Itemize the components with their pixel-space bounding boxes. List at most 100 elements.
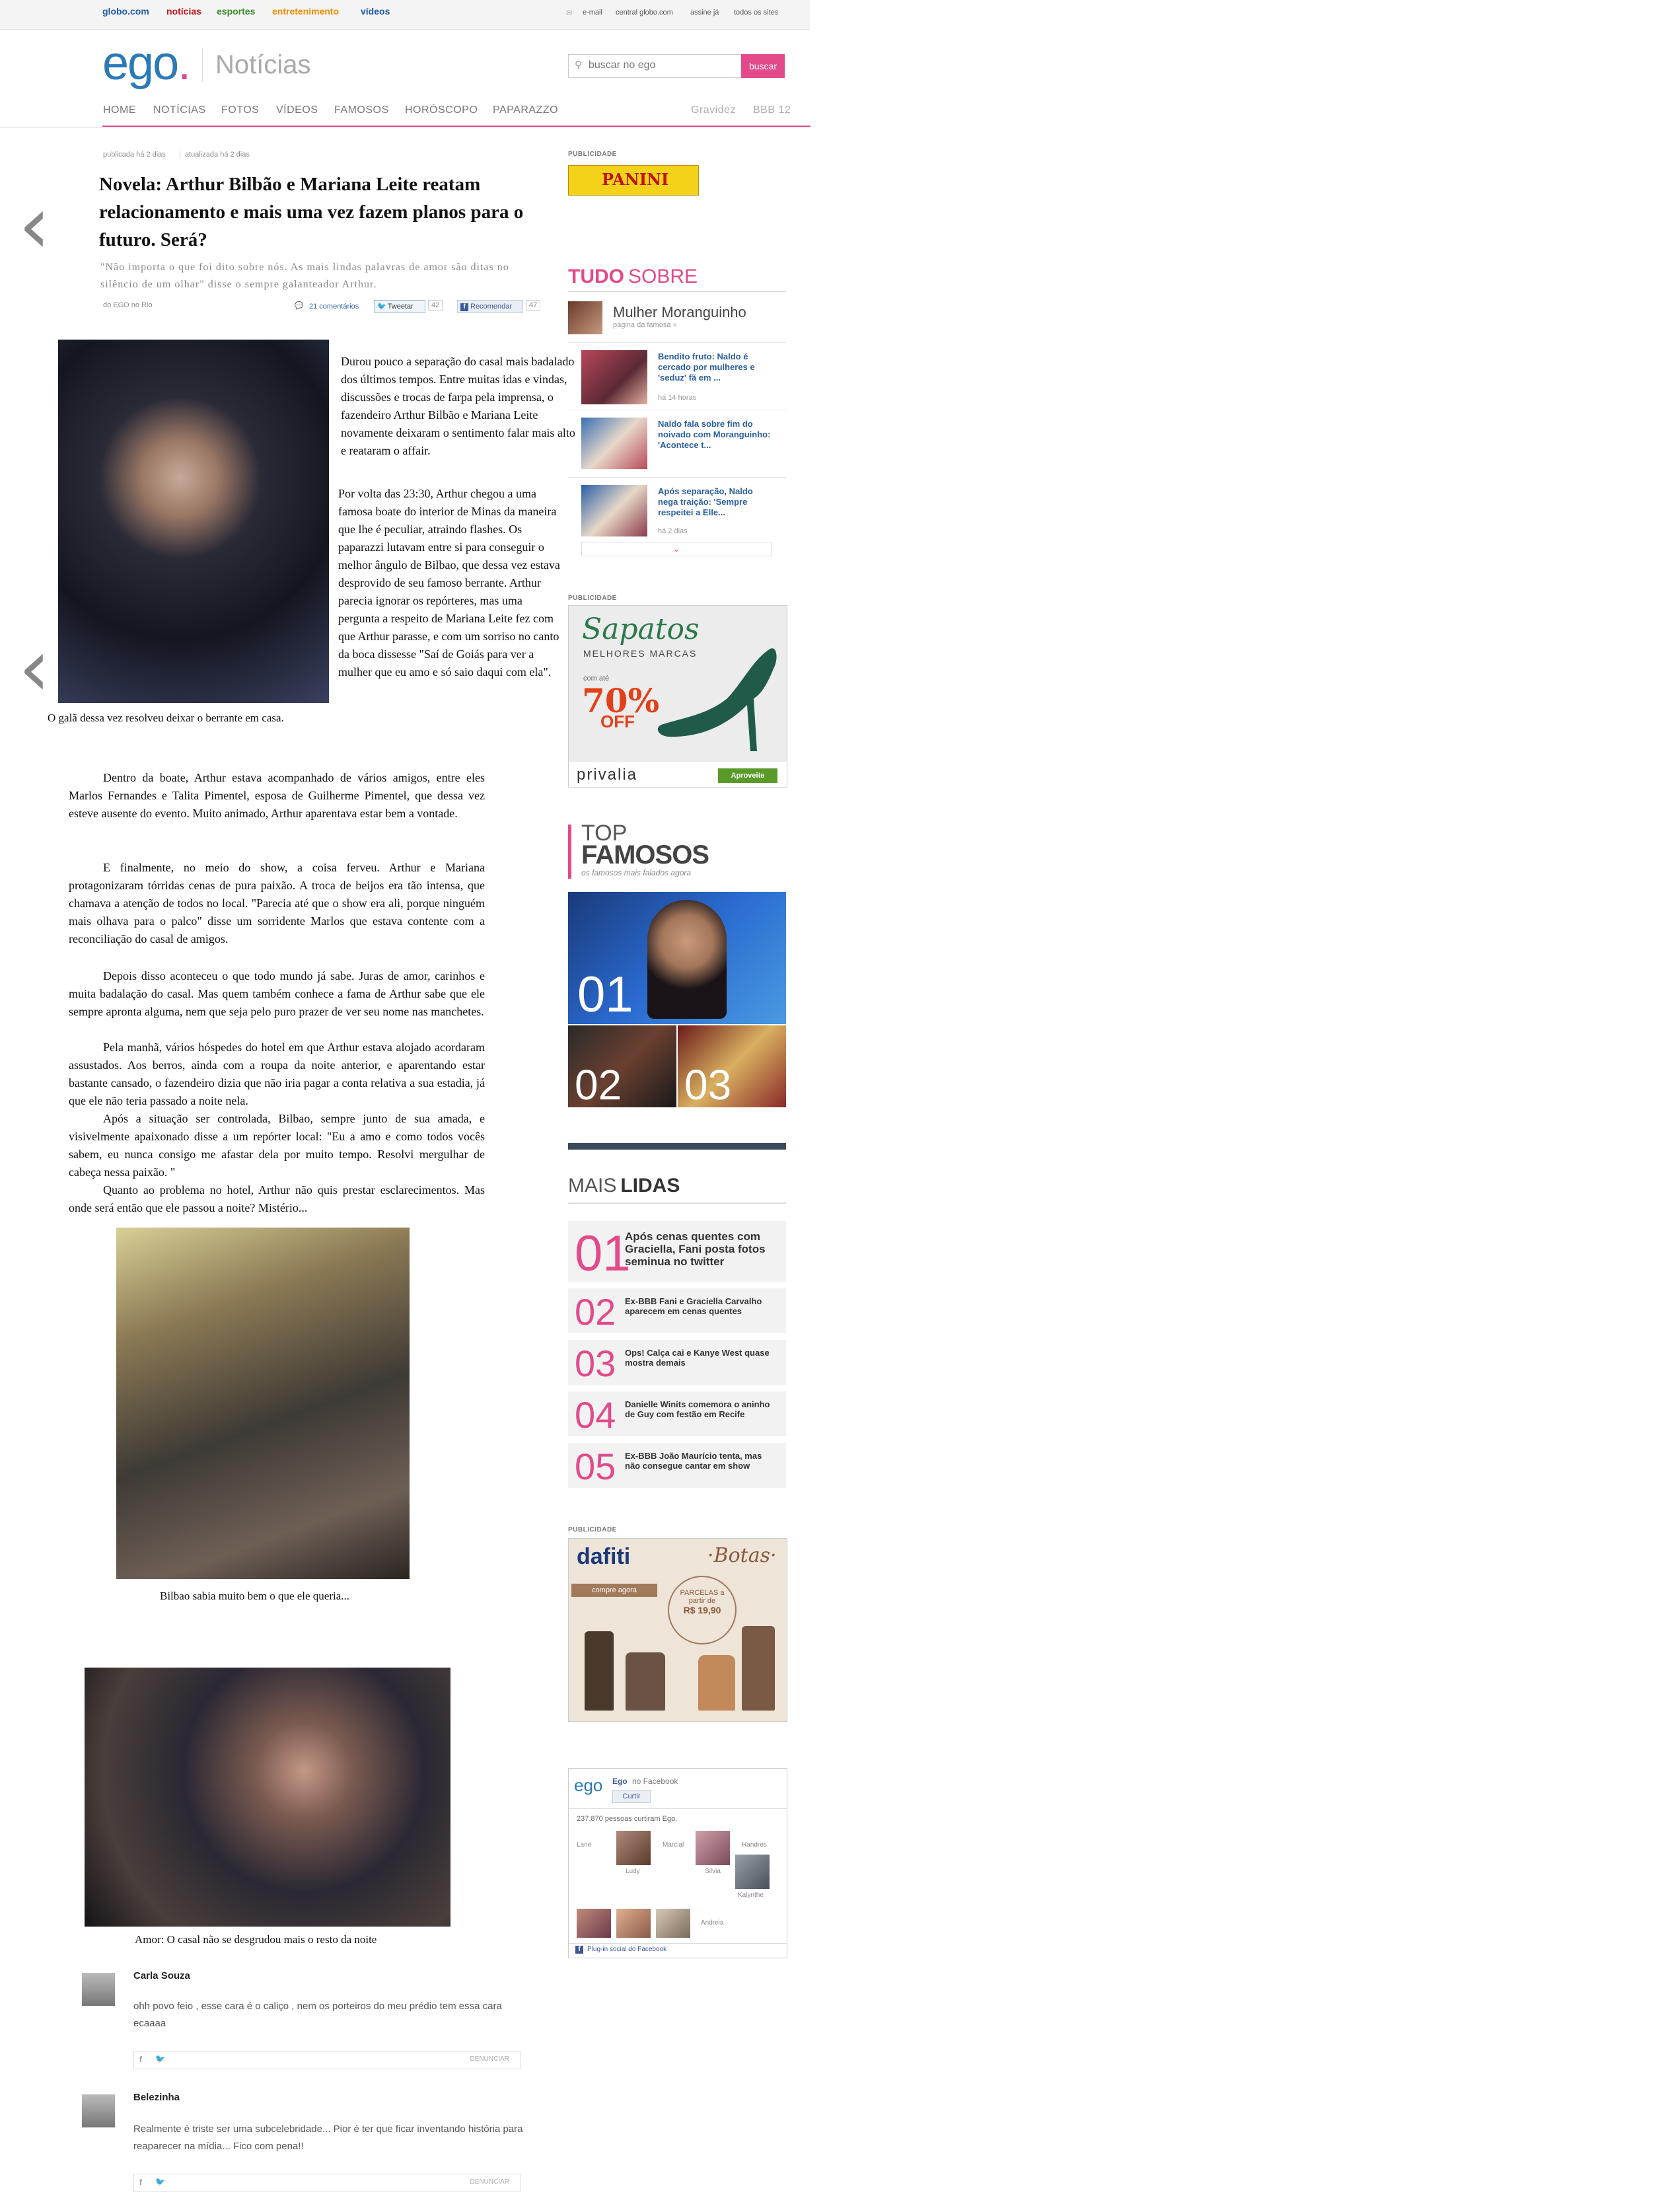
top-famoso-3[interactable]: 03 [678, 1025, 786, 1107]
news-item-title[interactable]: Naldo fala sobre fim do noivado com Mora… [658, 419, 774, 451]
topbar-todos-sites[interactable]: todos os sites [734, 9, 778, 17]
header-rule [0, 127, 810, 128]
fb-page-name[interactable]: Ego [612, 1777, 628, 1786]
top-accent-bar [568, 825, 571, 879]
mais-lidas-text[interactable]: Ops! Calça cai e Kanye West quase mostra… [625, 1348, 777, 1368]
mais-lidas-text[interactable]: Após cenas quentes com Graciella, Fani p… [625, 1230, 777, 1268]
fb-friend-name: Lane [577, 1841, 592, 1849]
divider [569, 1943, 787, 1944]
topbar-link-noticias[interactable]: notícias [166, 6, 201, 17]
nav-home[interactable]: HOME [103, 104, 136, 116]
article-subtitle: "Não importa o que foi dito sobre nós. A… [100, 262, 509, 290]
nav-bbb12[interactable]: BBB 12 [753, 104, 791, 116]
topbar-assine[interactable]: assine já [690, 9, 719, 17]
report-link[interactable]: DENUNCIAR [470, 2055, 509, 2063]
news-thumb[interactable] [581, 418, 647, 469]
celebrity-name[interactable]: Mulher Moranguinho [613, 304, 746, 321]
fb-plugin-link[interactable]: Plug-in social do Facebook [587, 1946, 666, 1953]
rank-3: 03 [684, 1061, 732, 1109]
fb-friend-name: Marcial [663, 1841, 684, 1849]
report-link[interactable]: DENUNCIAR [470, 2178, 509, 2186]
chevron-down-icon[interactable]: ⌄ [581, 542, 772, 556]
fb-friend-photo[interactable] [735, 1855, 770, 1889]
sapatos-ad[interactable]: Sapatos MELHORES MARCAS com até 70% OFF … [568, 605, 787, 788]
prev-arrow-icon[interactable]: ‹ [18, 186, 50, 266]
facebook-share-icon[interactable]: f [139, 2055, 142, 2064]
top-subtitle: os famosos mais falados agora [581, 868, 692, 877]
comment-action-bar: f 🐦 DENUNCIAR [133, 2174, 521, 2192]
mais-lidas-text[interactable]: Ex-BBB Fani e Graciella Carvalho aparece… [625, 1296, 777, 1316]
fb-like-button[interactable]: Curtir [612, 1790, 651, 1803]
news-thumb[interactable] [581, 350, 647, 404]
avatar [82, 1973, 115, 2006]
twitter-share-icon[interactable]: 🐦 [155, 2054, 165, 2063]
news-thumb[interactable] [581, 485, 647, 536]
news-item-title[interactable]: Após separação, Naldo nega traição: 'Sem… [658, 486, 774, 518]
celebrity-page-link[interactable]: página da famosa » [613, 321, 677, 329]
byline: do EGO no Rio [103, 301, 153, 309]
topbar-link-videos[interactable]: vídeos [361, 6, 390, 17]
nav-paparazzo[interactable]: PAPARAZZO [493, 104, 558, 116]
paragraph-4: Pela manhã, vários hóspedes do hotel em … [69, 1041, 485, 1107]
fb-friend-photo[interactable] [616, 1909, 651, 1938]
search-input[interactable] [569, 55, 734, 76]
mais-lidas-text[interactable]: Danielle Winits comemora o aninho de Guy… [625, 1399, 777, 1419]
comments-link[interactable]: 21 comentários [309, 303, 359, 311]
nav-gravidez[interactable]: Gravidez [691, 104, 736, 116]
topbar-central[interactable]: central globo.com [616, 9, 673, 17]
nav-videos[interactable]: VÍDEOS [276, 104, 318, 116]
rank-1: 01 [577, 967, 633, 1023]
aproveite-button[interactable]: Aproveite [718, 768, 777, 783]
boot-4 [742, 1626, 775, 1711]
comment-author[interactable]: Carla Souza [133, 1970, 190, 1981]
topbar-link-globo[interactable]: globo.com [102, 6, 149, 17]
nav-fotos[interactable]: FOTOS [221, 104, 259, 116]
news-item-title[interactable]: Bendito fruto: Naldo é cercado por mulhe… [658, 351, 774, 383]
facebook-box: ego Ego no Facebook Curtir 237,870 pesso… [568, 1768, 787, 1958]
fb-friend-photo[interactable] [656, 1909, 690, 1938]
panini-ad[interactable]: PANINI [568, 165, 699, 196]
nav-noticias[interactable]: NOTÍCIAS [153, 104, 206, 116]
fb-friend-photo[interactable] [577, 1909, 611, 1938]
mais-lidas-item[interactable]: 03 Ops! Calça cai e Kanye West quase mos… [568, 1340, 786, 1385]
mais-lidas-item[interactable]: 02 Ex-BBB Fani e Graciella Carvalho apar… [568, 1288, 786, 1333]
nav-famosos[interactable]: FAMOSOS [334, 104, 389, 116]
celebrity-photo[interactable] [568, 301, 602, 334]
comment-icon: 💬 [295, 302, 304, 310]
facebook-icon: f [575, 1946, 583, 1954]
mais-lidas-item[interactable]: 04 Danielle Winits comemora o aninho de … [568, 1391, 786, 1436]
search-button[interactable]: buscar [741, 54, 785, 78]
mais-lidas-item[interactable]: 05 Ex-BBB João Maurício tenta, mas não c… [568, 1443, 786, 1488]
twitter-share-icon[interactable]: 🐦 [155, 2177, 165, 2186]
recommend-button[interactable]: f Recomendar [457, 300, 523, 313]
mais-lidas-item[interactable]: 01 Após cenas quentes com Graciella, Fan… [568, 1221, 786, 1282]
ego-logo[interactable]: ego. [102, 40, 191, 87]
paragraph-6: Quanto ao problema no hotel, Arthur não … [69, 1183, 485, 1214]
top-famoso-1[interactable]: 01 [568, 892, 786, 1024]
topbar-link-esportes[interactable]: esportes [217, 6, 255, 17]
prev-arrow-icon-2[interactable]: ‹ [18, 629, 50, 708]
mail-icon: ✉ [566, 9, 573, 17]
fb-friend-photo[interactable] [616, 1831, 651, 1865]
dafiti-ad[interactable]: dafiti ·Botas· compre agora PARCELAS a p… [568, 1538, 787, 1722]
facebook-icon: f [460, 303, 468, 311]
paragraph-5: Após a situação ser controlada, Bilbao, … [69, 1112, 485, 1179]
price-badge: PARCELAS a partir de R$ 19,90 [668, 1576, 737, 1644]
tweet-button[interactable]: 🐦 Tweetar [374, 300, 425, 313]
mais-lidas-text[interactable]: Ex-BBB João Maurício tenta, mas não cons… [625, 1451, 777, 1471]
topbar-link-entretenimento[interactable]: entretenimento [272, 6, 339, 17]
topbar-email[interactable]: e-mail [583, 9, 602, 17]
comment-author[interactable]: Belezinha [133, 2092, 180, 2103]
paragraph-2: E finalmente, no meio do show, a coisa f… [69, 861, 485, 945]
section-rule [568, 291, 786, 292]
section-rule [568, 1202, 786, 1204]
fb-friend-name: Silvia [705, 1868, 721, 1875]
published-date: publicada há 2 dias [103, 151, 166, 159]
top-famoso-2[interactable]: 02 [568, 1025, 676, 1107]
fb-friend-photo[interactable] [696, 1831, 730, 1865]
facebook-share-icon[interactable]: f [139, 2178, 142, 2187]
rank-number: 04 [575, 1394, 616, 1436]
nav-horoscopo[interactable]: HORÓSCOPO [405, 104, 478, 116]
article-photo-1 [58, 340, 329, 703]
compre-agora-button[interactable]: compre agora [571, 1584, 657, 1597]
